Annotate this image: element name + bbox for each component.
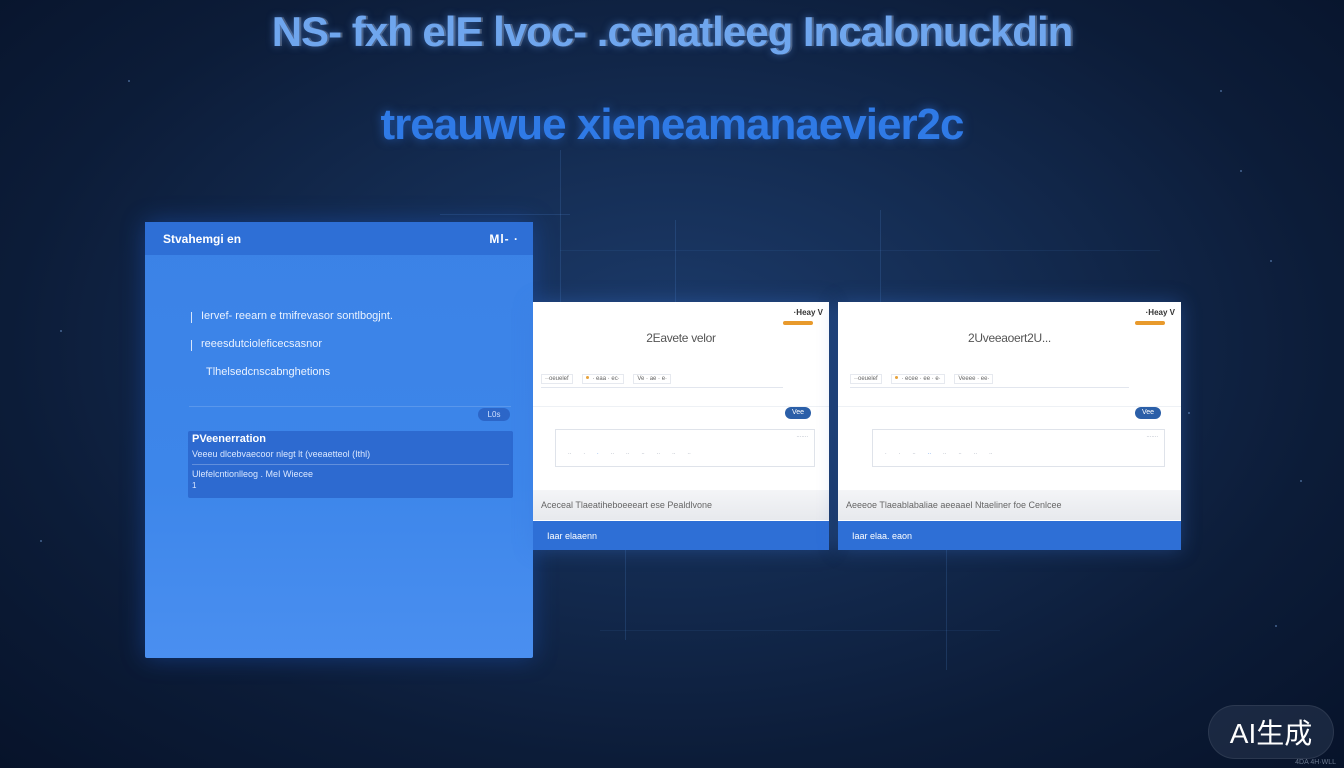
tick-label: ·· bbox=[912, 451, 916, 457]
tick-label: · bbox=[898, 451, 901, 457]
tick-label: ·· bbox=[989, 451, 993, 457]
bg-dot bbox=[1300, 480, 1302, 482]
form-field[interactable]: ··oeuelef bbox=[541, 374, 573, 384]
bg-grid-line bbox=[560, 150, 561, 310]
tick-label: ·· bbox=[672, 451, 676, 457]
card-badge: ·Heay V bbox=[793, 308, 823, 317]
bg-dot bbox=[128, 80, 130, 82]
card-footer[interactable]: Iaar elaa. eaon bbox=[838, 521, 1181, 550]
bg-grid-line bbox=[560, 250, 1160, 251]
form-field[interactable]: · ecee · ee · e· bbox=[891, 374, 945, 384]
chart-corner-label: ······· bbox=[796, 434, 808, 440]
bg-dot bbox=[1240, 170, 1242, 172]
info-title: PVeenerration bbox=[192, 433, 266, 445]
ai-generated-watermark: AI生成 bbox=[1208, 705, 1334, 759]
chart-ticks: · · ·· ·· ·· ·· ·· ·· bbox=[885, 451, 1124, 457]
bg-dot bbox=[60, 330, 62, 332]
divider bbox=[189, 406, 511, 407]
tick-label: ·· bbox=[656, 451, 661, 457]
divider bbox=[533, 406, 829, 407]
bg-dot bbox=[40, 540, 42, 542]
tick-label: ·· bbox=[943, 451, 947, 457]
form-field[interactable]: Veeee · ee· bbox=[954, 374, 994, 384]
bg-dot bbox=[1270, 260, 1272, 262]
card-caption: Aeeeoe Tlaeablabaliae aeeaael Ntaeliner … bbox=[838, 490, 1181, 520]
bg-dot bbox=[1275, 625, 1277, 627]
tick-label: ·· bbox=[973, 451, 978, 457]
mini-chart: ······· · · ·· ·· ·· ·· ·· ·· bbox=[872, 429, 1165, 467]
card-title: 2Uveeaoert2U... bbox=[968, 331, 1051, 345]
tick-label: · bbox=[583, 451, 586, 457]
preview-card[interactable]: ·Heay V 2Uveeaoert2U... ··oeuelef · ecee… bbox=[838, 302, 1181, 550]
bullet-list: Iervef- reearn e tmifrevasor sontlbogjnt… bbox=[191, 310, 393, 394]
chart-ticks: ·· · · ·· ·· ·· ·· ·· ·· bbox=[568, 451, 774, 457]
mini-chart: ······· ·· · · ·· ·· ·· ·· ·· ·· bbox=[555, 429, 815, 467]
tick-label: ·· bbox=[687, 451, 691, 457]
left-panel-title: Stvahemgi en bbox=[163, 231, 242, 246]
chart-corner-label: ······· bbox=[1146, 434, 1158, 440]
card-badge-bar bbox=[783, 321, 813, 325]
bullet-item: reeesdutcioleficecsasnor bbox=[191, 338, 393, 351]
preview-card[interactable]: ·Heay V 2Eavete velor ··oeuelef · eaa · … bbox=[533, 302, 829, 550]
bg-grid-line bbox=[600, 630, 1000, 631]
tick-label: · bbox=[597, 451, 599, 457]
card-caption: Aceceal Tlaeatiheboeeeart ese Pealdlvone bbox=[533, 490, 829, 520]
tick-label: ·· bbox=[568, 451, 572, 457]
bg-grid-line bbox=[675, 220, 676, 310]
card-pill-button[interactable]: Vee bbox=[1135, 407, 1161, 419]
info-line: Ulefelcntionlleog . MeI Wiecee bbox=[192, 464, 509, 479]
left-panel-header-control[interactable]: Ml- · bbox=[489, 232, 519, 246]
card-badge-bar bbox=[1135, 321, 1165, 325]
left-panel-header: Stvahemgi en Ml- · bbox=[145, 222, 533, 255]
bg-grid-line bbox=[625, 550, 626, 640]
tick-label: ·· bbox=[641, 451, 645, 457]
tick-label: ·· bbox=[927, 451, 932, 457]
left-panel: Stvahemgi en Ml- · Iervef- reearn e tmif… bbox=[145, 222, 533, 658]
card-title: 2Eavete velor bbox=[646, 331, 716, 345]
info-line: Veeeu dlcebvaecoor nlegt lt (veeaetteol … bbox=[192, 449, 371, 459]
form-field[interactable]: · eaa · ec· bbox=[582, 374, 624, 384]
bullet-item: Tlhelsedcnscabnghetions bbox=[206, 366, 331, 378]
info-line: 1 bbox=[192, 481, 197, 490]
accent-dot-icon bbox=[586, 376, 590, 379]
form-field[interactable]: ··oeuelef bbox=[850, 374, 882, 384]
tick-label: ·· bbox=[958, 451, 962, 457]
bg-grid-line bbox=[440, 214, 570, 215]
card-pill-button[interactable]: Vee bbox=[785, 407, 811, 419]
left-panel-pill-button[interactable]: L0s bbox=[478, 408, 510, 421]
divider bbox=[838, 406, 1181, 407]
bg-dot bbox=[1188, 412, 1190, 414]
card-badge: ·Heay V bbox=[1145, 308, 1175, 317]
corner-label: 4DA 4H·WLL bbox=[1295, 759, 1336, 766]
headline-line-2: treauwue xieneamanaevier2c bbox=[380, 100, 964, 149]
card-form-row: ··oeuelef · ecee · ee · e· Veeee · ee· bbox=[850, 374, 1129, 388]
accent-dot-icon bbox=[895, 376, 899, 379]
tick-label: ·· bbox=[626, 451, 630, 457]
bg-grid-line bbox=[946, 550, 947, 670]
bullet-item: Iervef- reearn e tmifrevasor sontlbogjnt… bbox=[191, 310, 393, 323]
headline-line-1: NS- fxh elE lvoc- .cenatleeg Incalonuckd… bbox=[271, 8, 1074, 55]
card-form-row: ··oeuelef · eaa · ec· Ve · ae · e· bbox=[541, 374, 783, 388]
bg-grid-line bbox=[880, 210, 881, 310]
info-box: PVeenerration Veeeu dlcebvaecoor nlegt l… bbox=[188, 431, 513, 498]
form-field[interactable]: Ve · ae · e· bbox=[633, 374, 672, 384]
card-footer[interactable]: Iaar elaaenn bbox=[533, 521, 829, 550]
tick-label: · bbox=[885, 451, 887, 457]
bg-dot bbox=[1220, 90, 1222, 92]
tick-label: ·· bbox=[610, 451, 615, 457]
